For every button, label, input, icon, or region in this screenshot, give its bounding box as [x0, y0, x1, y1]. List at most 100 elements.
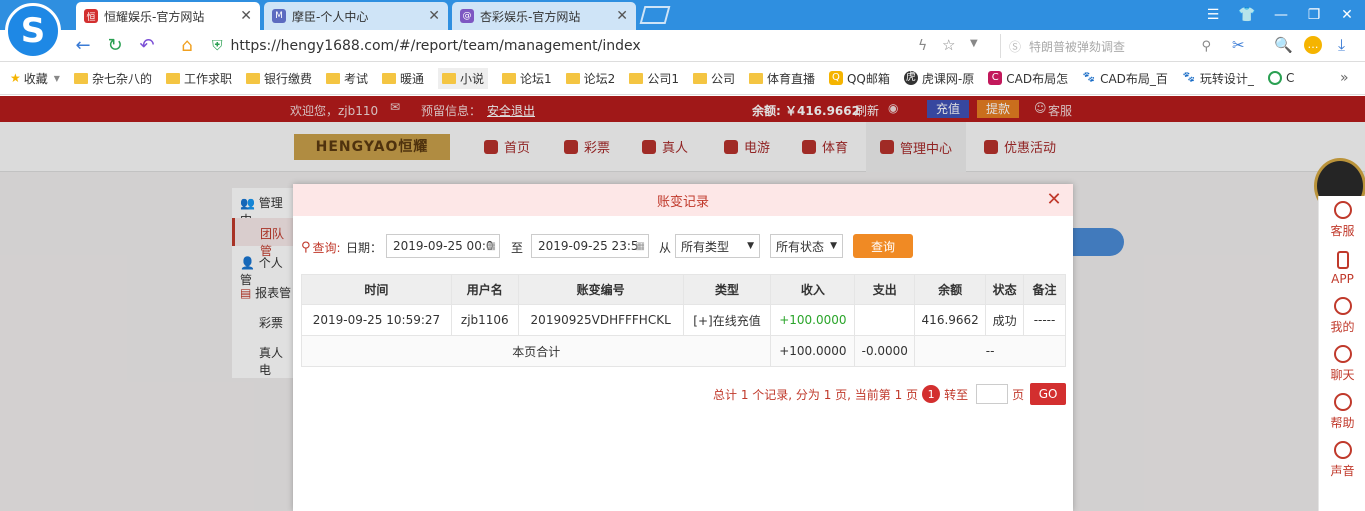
bookmark-folder[interactable]: 体育直播 [748, 70, 815, 87]
new-tab-button[interactable] [639, 6, 671, 24]
pager-summary: 总计 1 个记录, 分为 1 页, 当前第 1 页 [713, 387, 919, 402]
secure-shield-icon: ⛨ [212, 38, 223, 54]
page-number-input[interactable] [976, 384, 1009, 404]
folder-icon [629, 72, 644, 84]
rail-chat[interactable]: 聊天 [1319, 340, 1365, 388]
folder-icon [73, 72, 88, 84]
bookmark-link[interactable]: 🐾 CAD布局_百 [1082, 70, 1168, 87]
search-icon[interactable]: ⚲ [1201, 39, 1211, 54]
bookmark-folder[interactable]: 工作求职 [165, 70, 232, 87]
menu-icon[interactable]: ☰ [1202, 5, 1224, 25]
home-icon[interactable]: ⌂ [176, 35, 198, 57]
rail-help[interactable]: 帮助 [1319, 388, 1365, 436]
tab-title: 摩臣-个人中心 [292, 9, 369, 24]
more-icon[interactable]: … [1304, 36, 1322, 54]
date-to-input[interactable]: 2019-09-25 23:5 ▦ [531, 234, 649, 258]
column-header: 备注 [1023, 274, 1066, 305]
close-icon[interactable]: ✕ [1045, 191, 1063, 209]
scissors-icon[interactable]: ✂ [1232, 36, 1245, 54]
folder-icon [245, 72, 260, 84]
current-page-button[interactable]: 1 [922, 385, 941, 403]
search-tool-icon[interactable]: 🔍 [1274, 36, 1293, 54]
close-icon[interactable]: ✕ [428, 8, 440, 24]
bookmark-label: 玩转设计_ [1199, 71, 1254, 86]
bookmark-favorites[interactable]: ★ 收藏 ▼ [10, 70, 60, 87]
date-from-input[interactable]: 2019-09-25 00:0 ▦ [386, 234, 500, 258]
rail-app[interactable]: APP [1319, 244, 1365, 292]
calendar-icon[interactable]: ▦ [636, 241, 645, 252]
bookmark-folder[interactable]: 公司 [692, 70, 735, 87]
bookmark-link[interactable]: 虎虎课网-原 [903, 70, 975, 87]
tab-mochen[interactable]: M 摩臣-个人中心 ✕ [264, 2, 448, 30]
search-icon: ⚲ [301, 240, 311, 255]
bookmark-label: 收藏 [23, 71, 48, 86]
bookmark-link[interactable]: C [1267, 71, 1295, 85]
bookmark-label: 暖通 [400, 71, 425, 86]
bookmark-folder[interactable]: 论坛2 [565, 70, 615, 87]
bookmark-folder[interactable]: 暖通 [382, 70, 424, 87]
bookmark-folder[interactable]: 小说 [438, 67, 489, 89]
close-icon[interactable]: ✕ [616, 8, 628, 24]
query-button[interactable]: 查询 [853, 234, 913, 258]
total-balance: -- [914, 335, 1066, 367]
status-select-value: 所有状态 [776, 239, 825, 254]
search-placeholder: 特朗普被弹劾调查 [1029, 39, 1126, 54]
type-select[interactable]: 所有类型 ▼ [675, 234, 760, 258]
cell-time: 2019-09-25 10:59:27 [301, 304, 452, 336]
url-text: https://hengy1688.com/#/report/team/mana… [230, 38, 641, 54]
modal-header: 账变记录 ✕ [293, 184, 1073, 216]
rail-label: 我的 [1330, 320, 1355, 334]
right-rail: 客服 APP 我的 聊天 帮助 声音 [1318, 196, 1365, 511]
restore-icon[interactable]: ❐ [1303, 5, 1325, 25]
cell-balance: 416.9662 [914, 304, 987, 336]
bookmark-folder[interactable]: 银行缴费 [245, 70, 312, 87]
rail-service[interactable]: 客服 [1319, 196, 1365, 244]
cell-username: zjb1106 [450, 304, 519, 336]
skin-icon[interactable]: 👕 [1236, 5, 1258, 25]
table-total-row: 本页合计 +100.0000 -0.0000 -- [300, 335, 1066, 367]
status-select[interactable]: 所有状态 ▼ [770, 234, 843, 258]
tab-hengyao[interactable]: 恒 恒耀娱乐-官方网站 ✕ [76, 2, 260, 30]
bookmark-folder[interactable]: 考试 [325, 70, 368, 87]
lightning-icon[interactable]: ϟ [918, 38, 927, 54]
chat-icon [1333, 345, 1352, 363]
browser-logo-icon[interactable]: S [5, 3, 61, 59]
tab-xingcai[interactable]: @ 杏彩娱乐-官方网站 ✕ [452, 2, 636, 30]
star-icon[interactable]: ☆ [942, 36, 955, 54]
column-header: 状态 [985, 274, 1025, 305]
bookmark-folder[interactable]: 公司1 [629, 70, 679, 87]
address-bar[interactable]: ⛨ https://hengy1688.com/#/report/team/ma… [212, 34, 992, 58]
date-to-value: 2019-09-25 23:5 [538, 239, 639, 253]
hukewang-icon: 虎 [903, 71, 918, 85]
undo-icon[interactable]: ↶ [136, 35, 158, 57]
bookmark-link[interactable]: Q QQ邮箱 [828, 70, 890, 87]
bookmark-label: 虎课网-原 [921, 71, 975, 86]
user-icon [1333, 297, 1352, 315]
calendar-icon[interactable]: ▦ [487, 241, 496, 252]
star-icon: ★ [10, 71, 21, 85]
download-icon[interactable]: ⤓ [1338, 35, 1345, 55]
bookmark-link[interactable]: 🐾 玩转设计_ [1181, 70, 1254, 87]
more-bookmarks-icon[interactable]: » [1340, 70, 1349, 86]
bookmark-folder[interactable]: 杂七杂八的 [73, 70, 152, 87]
close-icon[interactable]: ✕ [240, 8, 252, 24]
bookmark-link[interactable]: C CAD布局怎 [988, 70, 1068, 87]
search-box[interactable]: Ⓢ 特朗普被弹劾调查 ⚲ [1000, 34, 1215, 58]
site-favicon-icon: M [272, 9, 286, 23]
chevron-down-icon[interactable]: ▼ [970, 38, 978, 49]
back-icon[interactable]: ← [72, 35, 94, 57]
minimize-icon[interactable]: — [1270, 5, 1292, 25]
folder-icon [502, 72, 517, 84]
bookmark-folder[interactable]: 论坛1 [502, 70, 552, 87]
bookmark-label: 公司 [710, 71, 735, 86]
caret-down-icon: ▼ [830, 241, 837, 251]
rail-sound[interactable]: 声音 [1319, 436, 1365, 484]
refresh-icon[interactable]: ↻ [104, 35, 126, 57]
bookmark-label: C [1285, 71, 1295, 85]
headset-icon [1333, 201, 1352, 219]
cad-icon: C [988, 71, 1003, 85]
window-close-icon[interactable]: ✕ [1336, 5, 1358, 25]
bookmark-label: CAD布局_百 [1100, 71, 1168, 86]
go-button[interactable]: GO [1030, 383, 1067, 405]
rail-mine[interactable]: 我的 [1319, 292, 1365, 340]
